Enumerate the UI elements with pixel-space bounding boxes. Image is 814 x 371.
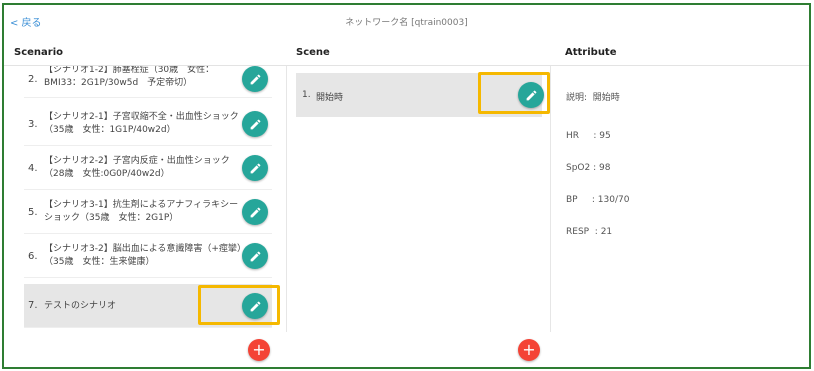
attribute-resp: RESP : 21 bbox=[566, 227, 613, 237]
scenario-item[interactable]: 5. 【シナリオ3-1】抗生剤によるアナフィラキシーショック（35歳 女性：2G… bbox=[24, 190, 272, 234]
scenario-number: 2. bbox=[28, 74, 38, 85]
scene-number: 1. bbox=[302, 90, 311, 100]
scenario-column-header: Scenario bbox=[14, 47, 64, 58]
scene-column-header: Scene bbox=[296, 47, 330, 58]
scenario-item[interactable]: 4. 【シナリオ2-2】子宮内反症・出血性ショック（28歳 女性:0G0P/40… bbox=[24, 146, 272, 190]
add-scene-button[interactable]: + bbox=[518, 339, 540, 361]
scenario-title: 【シナリオ1-2】肺塞栓症（30歳 女性：BMI33：2G1P/30w5d 予定… bbox=[44, 66, 215, 88]
scenario-number: 4. bbox=[28, 163, 38, 174]
scenario-title: 【シナリオ3-1】抗生剤によるアナフィラキシーショック（35歳 女性：2G1P） bbox=[44, 200, 239, 223]
scenario-number: 5. bbox=[28, 207, 38, 218]
scenario-title: 【シナリオ3-2】脳出血による意識障害（+痙攣）（35歳 女性：生来健康） bbox=[44, 244, 242, 267]
attribute-column-header: Attribute bbox=[565, 47, 617, 58]
attribute-description: 説明: 開始時 bbox=[566, 93, 620, 103]
attribute-bp: BP : 130/70 bbox=[566, 195, 630, 205]
scene-edit-button[interactable] bbox=[518, 82, 544, 108]
scene-list[interactable]: 1. 開始時 bbox=[288, 66, 550, 330]
scenario-item[interactable]: 3. 【シナリオ2-1】子宮収縮不全・出血性ショック（35歳 女性：1G1P/4… bbox=[24, 102, 272, 146]
scenario-item-selected[interactable]: 7. テストのシナリオ bbox=[24, 284, 272, 328]
pencil-icon bbox=[250, 119, 260, 129]
scenario-number: 6. bbox=[28, 251, 38, 262]
scenario-list[interactable]: 2. 【シナリオ1-2】肺塞栓症（30歳 女性：BMI33：2G1P/30w5d… bbox=[24, 66, 282, 330]
scenario-edit-button[interactable] bbox=[242, 199, 268, 225]
scenario-edit-button[interactable] bbox=[242, 243, 268, 269]
pencil-icon bbox=[250, 251, 260, 261]
top-bar: < 戻る ネットワーク名 [qtrain0003] bbox=[4, 5, 809, 35]
scene-title: 開始時 bbox=[316, 93, 344, 103]
scene-item[interactable]: 1. 開始時 bbox=[296, 73, 544, 117]
pencil-icon bbox=[250, 163, 260, 173]
scenario-number: 7. bbox=[28, 300, 38, 311]
plus-icon: + bbox=[252, 340, 266, 359]
pencil-icon bbox=[250, 74, 260, 84]
plus-icon: + bbox=[522, 340, 536, 359]
network-title: ネットワーク名 [qtrain0003] bbox=[345, 18, 468, 28]
pencil-icon bbox=[250, 207, 260, 217]
pencil-icon bbox=[250, 301, 260, 311]
attribute-spo2: SpO2 : 98 bbox=[566, 163, 611, 173]
scenario-edit-button[interactable] bbox=[242, 111, 268, 137]
scenario-edit-button[interactable] bbox=[242, 155, 268, 181]
pane-divider bbox=[286, 66, 287, 332]
scenario-title: 【シナリオ2-1】子宮収縮不全・出血性ショック（35歳 女性：1G1P/40w2… bbox=[44, 112, 239, 135]
scenario-title: テストのシナリオ bbox=[44, 301, 117, 311]
scenario-item[interactable]: 6. 【シナリオ3-2】脳出血による意識障害（+痙攣）（35歳 女性：生来健康） bbox=[24, 234, 272, 278]
app-frame: < 戻る ネットワーク名 [qtrain0003] Scenario Scene… bbox=[2, 3, 811, 369]
attribute-panel: 説明: 開始時 HR : 95 SpO2 : 98 BP : 130/70 RE… bbox=[552, 66, 808, 330]
scenario-number: 3. bbox=[28, 119, 38, 130]
attribute-hr: HR : 95 bbox=[566, 131, 611, 141]
scenario-edit-button[interactable] bbox=[242, 66, 268, 92]
scenario-edit-button[interactable] bbox=[242, 293, 268, 319]
pane-divider bbox=[550, 66, 551, 332]
add-scenario-button[interactable]: + bbox=[248, 339, 270, 361]
pencil-icon bbox=[526, 90, 536, 100]
scenario-item[interactable]: 2. 【シナリオ1-2】肺塞栓症（30歳 女性：BMI33：2G1P/30w5d… bbox=[24, 66, 272, 98]
scenario-title: 【シナリオ2-2】子宮内反症・出血性ショック（28歳 女性:0G0P/40w2d… bbox=[44, 156, 230, 179]
